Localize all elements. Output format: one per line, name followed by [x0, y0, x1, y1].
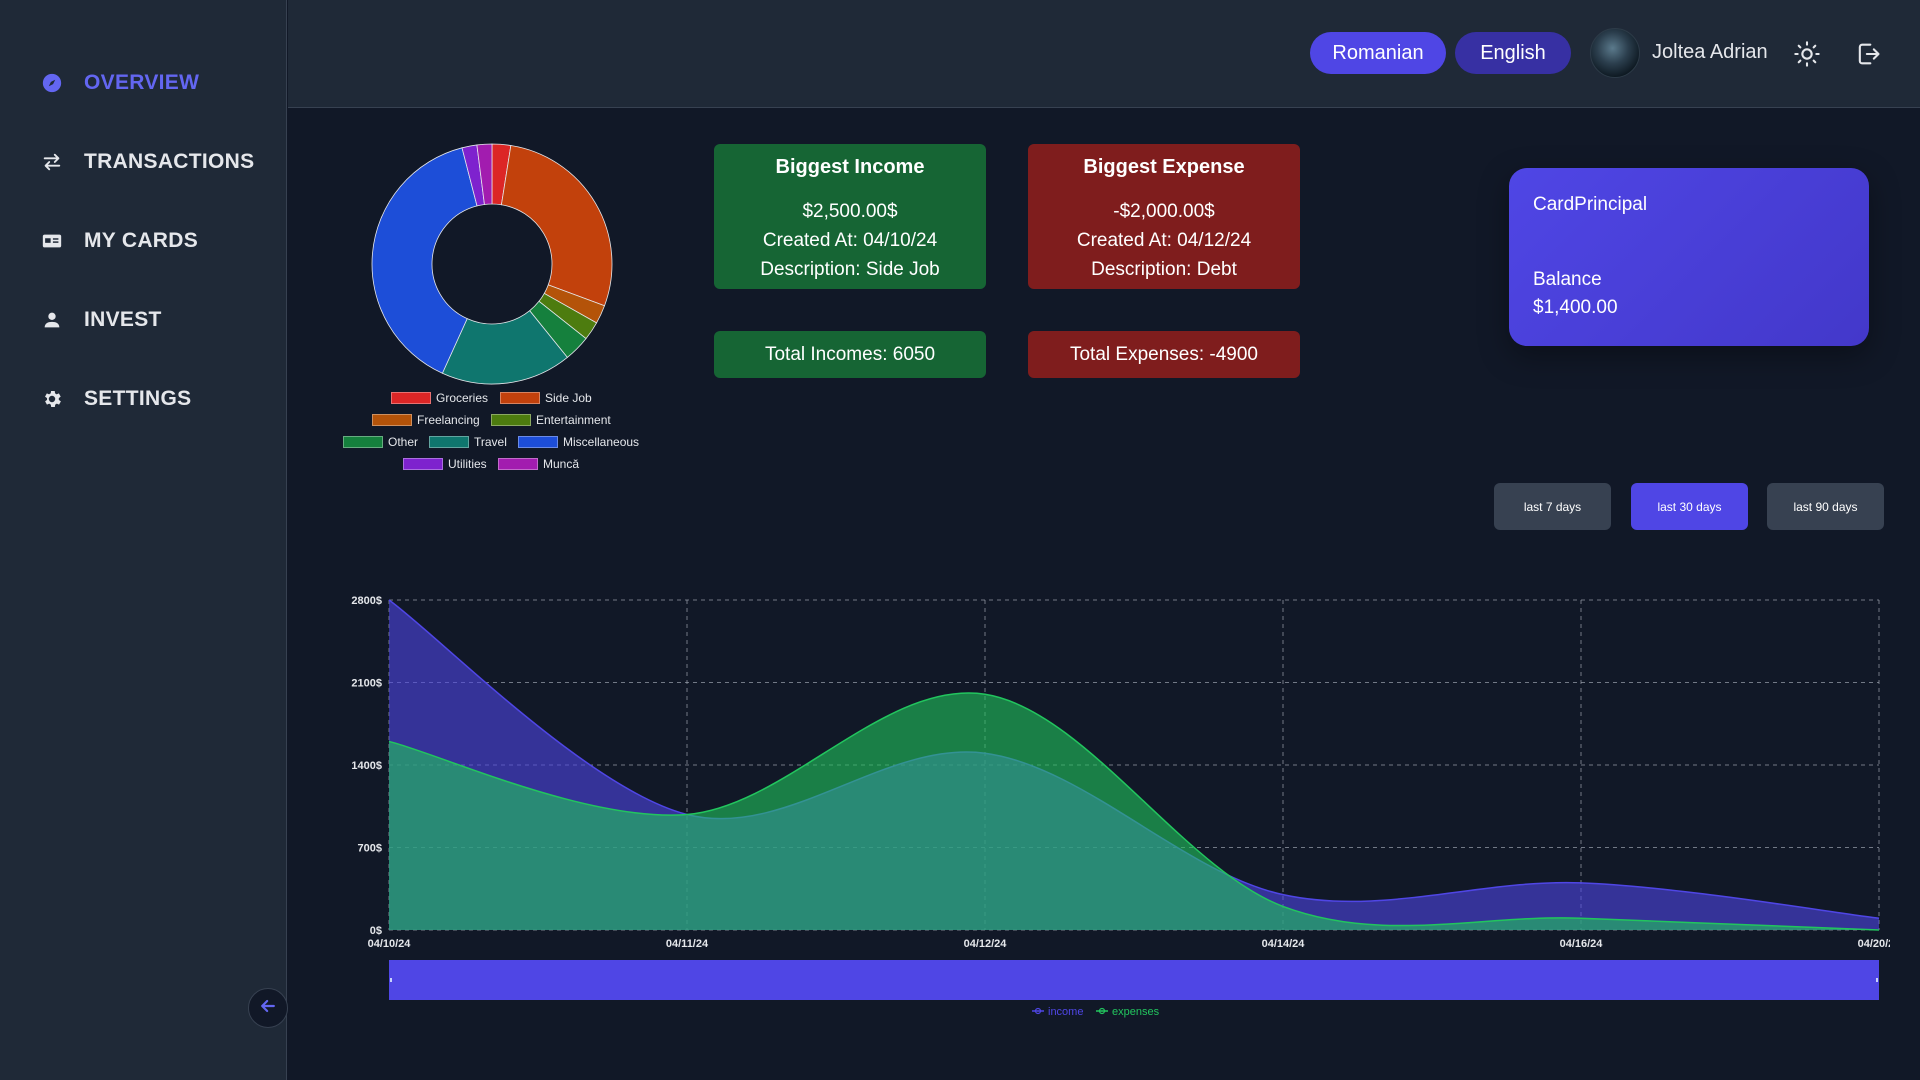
legend-swatch	[518, 436, 558, 448]
sidebar-item-transactions[interactable]: TRANSACTIONS	[40, 150, 254, 174]
y-tick-label: 2800$	[351, 595, 382, 607]
sidebar-item-label: MY CARDS	[84, 229, 199, 252]
card-balance: $1,400.00	[1533, 297, 1618, 318]
biggest-income-title: Biggest Income	[775, 156, 925, 178]
bank-card[interactable]: CardPrincipal Balance $1,400.00	[1509, 168, 1869, 346]
x-tick-label: 04/11/24	[666, 938, 709, 950]
last-7-days-button[interactable]: last 7 days	[1494, 483, 1611, 530]
x-tick-label: 04/10/24	[368, 938, 412, 950]
x-tick-label: 04/12/24	[964, 938, 1008, 950]
legend-swatch	[372, 414, 412, 426]
legend-label: Utilities	[448, 457, 487, 471]
legend-label: Muncă	[543, 457, 580, 471]
transfer-icon	[40, 150, 64, 174]
donut-slice[interactable]	[500, 145, 613, 307]
biggest-income-description: Description: Side Job	[760, 259, 940, 280]
biggest-expense-amount: -$2,000.00$	[1113, 201, 1215, 222]
sidebar-item-my-cards[interactable]: MY CARDS	[40, 229, 198, 253]
legend-income[interactable]: income	[1048, 1006, 1083, 1018]
biggest-expense-date: Created At: 04/12/24	[1076, 230, 1252, 251]
legend-item-other[interactable]: Other	[343, 435, 418, 449]
person-icon	[40, 308, 64, 332]
english-button[interactable]: English	[1455, 32, 1571, 74]
total-incomes: Total Incomes: 6050	[714, 331, 986, 378]
sidebar-item-label: INVEST	[84, 308, 162, 331]
sidebar-item-invest[interactable]: INVEST	[40, 308, 162, 332]
legend-swatch	[343, 436, 383, 448]
legend-label: Travel	[474, 435, 507, 449]
range-slider-handle-right[interactable]	[1876, 978, 1878, 982]
y-tick-label: 0$	[370, 925, 382, 937]
sidebar-item-label: OVERVIEW	[84, 71, 200, 94]
biggest-income-date: Created At: 04/10/24	[762, 230, 938, 251]
last-90-days-button[interactable]: last 90 days	[1767, 483, 1884, 530]
legend-swatch	[491, 414, 531, 426]
x-tick-label: 04/16/24	[1560, 938, 1604, 950]
sun-icon[interactable]	[1793, 40, 1821, 68]
card-balance-label: Balance	[1533, 269, 1602, 290]
legend-label: Side Job	[545, 391, 592, 405]
legend-label: Miscellaneous	[563, 435, 640, 449]
legend-label: Groceries	[436, 391, 489, 405]
y-tick-label: 1400$	[351, 760, 382, 772]
category-donut-chart	[371, 143, 613, 385]
legend-item-entertainment[interactable]: Entertainment	[491, 413, 611, 427]
biggest-expense-card: Biggest Expense -$2,000.00$ Created At: …	[1028, 144, 1300, 289]
legend-expenses[interactable]: expenses	[1112, 1006, 1160, 1018]
gear-icon	[40, 387, 64, 411]
romanian-button[interactable]: Romanian	[1310, 32, 1446, 74]
compass-icon	[40, 71, 64, 95]
username: Joltea Adrian	[1652, 41, 1768, 63]
legend-label: Other	[388, 435, 419, 449]
sidebar-collapse-button[interactable]	[248, 988, 288, 1028]
sidebar-item-label: SETTINGS	[84, 387, 192, 410]
sidebar-item-overview[interactable]: OVERVIEW	[40, 71, 199, 95]
sidebar-item-label: TRANSACTIONS	[84, 150, 255, 173]
biggest-expense-description: Description: Debt	[1091, 259, 1237, 280]
top-header: Romanian English Joltea Adrian	[288, 0, 1920, 108]
legend-swatch	[500, 392, 540, 404]
card-icon	[40, 229, 64, 253]
sidebar: OVERVIEW TRANSACTIONS MY CARDS INVEST SE…	[0, 0, 287, 1080]
legend-swatch	[391, 392, 431, 404]
card-name: CardPrincipal	[1533, 194, 1648, 215]
biggest-expense-title: Biggest Expense	[1083, 156, 1245, 178]
total-expenses: Total Expenses: -4900	[1028, 331, 1300, 378]
biggest-income-card: Biggest Income $2,500.00$ Created At: 04…	[714, 144, 986, 289]
x-tick-label: 04/20/24	[1858, 938, 1890, 950]
legend-item-freelancing[interactable]: Freelancing	[372, 413, 480, 427]
legend-swatch	[429, 436, 469, 448]
legend-item-munca[interactable]: Muncă	[498, 457, 579, 471]
legend-item-utilities[interactable]: Utilities	[403, 457, 487, 471]
range-slider[interactable]	[389, 960, 1879, 1000]
legend-item-travel[interactable]: Travel	[429, 435, 507, 449]
sidebar-item-settings[interactable]: SETTINGS	[40, 387, 191, 411]
legend-swatch	[403, 458, 443, 470]
y-tick-label: 700$	[358, 843, 382, 855]
legend-label: Freelancing	[417, 413, 480, 427]
legend-item-side-job[interactable]: Side Job	[500, 391, 592, 405]
income-expenses-area-chart: 0$ 700$ 1400$ 2100$ 2800$ 04/10/24 04/11/24 04/…	[351, 595, 1890, 1018]
x-tick-label: 04/14/24	[1262, 938, 1306, 950]
y-tick-label: 2100$	[351, 678, 382, 690]
logout-icon[interactable]	[1854, 40, 1882, 68]
avatar[interactable]	[1590, 28, 1640, 78]
range-slider-handle-left[interactable]	[390, 978, 392, 982]
legend-item-miscellaneous[interactable]: Miscellaneous	[518, 435, 639, 449]
biggest-income-amount: $2,500.00$	[802, 201, 898, 222]
legend-label: Entertainment	[536, 413, 611, 427]
legend-item-groceries[interactable]: Groceries	[391, 391, 488, 405]
legend-swatch	[498, 458, 538, 470]
arrow-left-icon	[258, 996, 278, 1021]
last-30-days-button[interactable]: last 30 days	[1631, 483, 1748, 530]
